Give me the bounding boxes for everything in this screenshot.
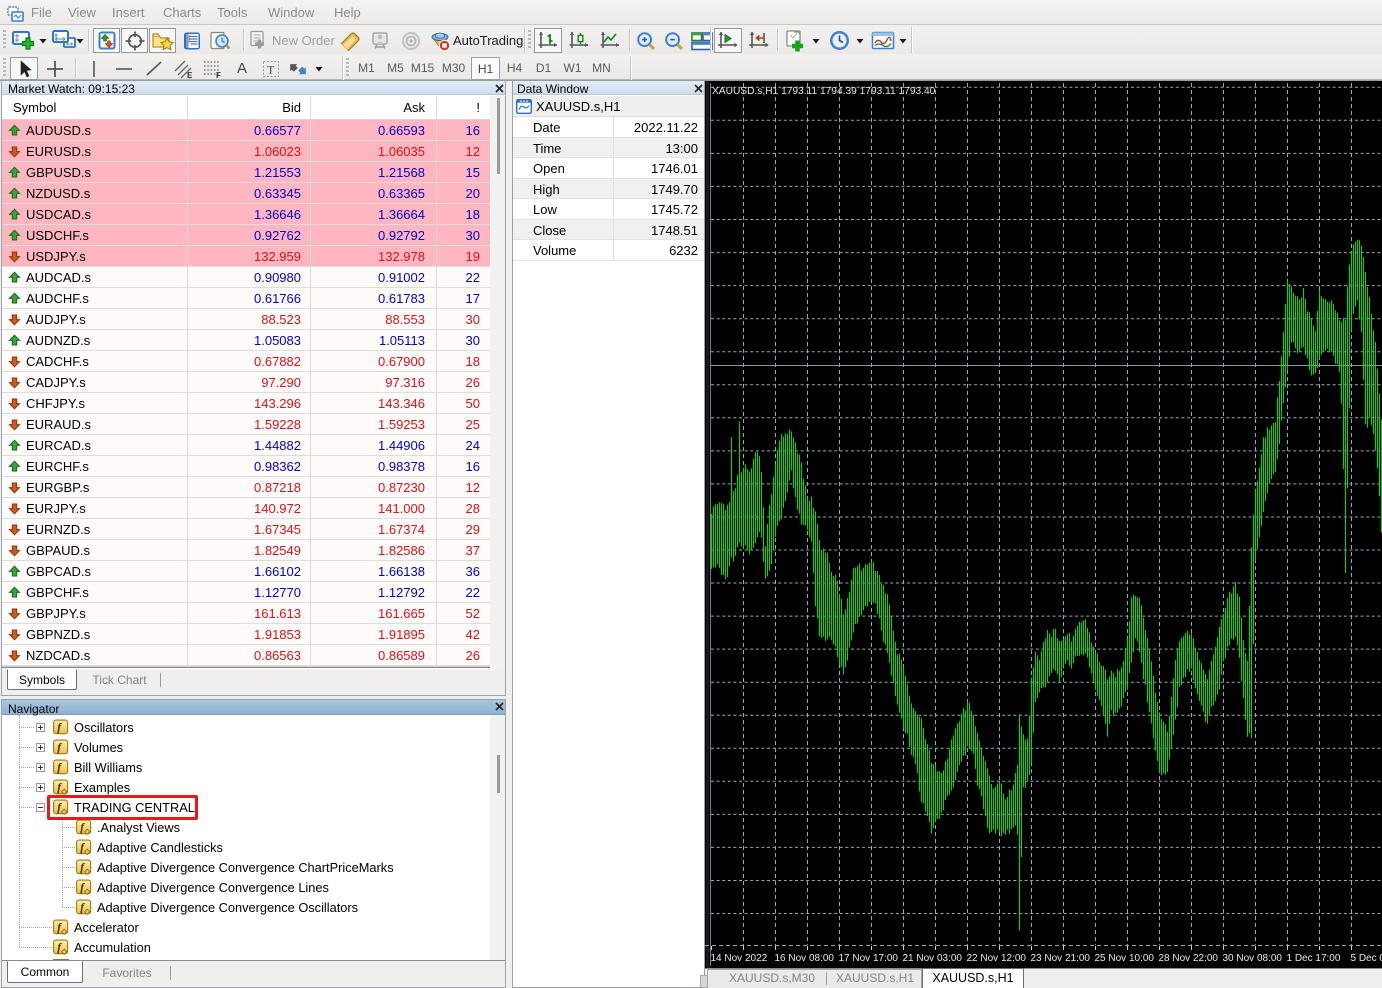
svg-text:T: T xyxy=(267,62,275,76)
svg-text:22 Nov 12:00: 22 Nov 12:00 xyxy=(967,953,1027,964)
svg-text:16 Nov 08:00: 16 Nov 08:00 xyxy=(775,953,835,964)
svg-text:23 Nov 21:00: 23 Nov 21:00 xyxy=(1031,953,1091,964)
svg-text:5 Dec 02:00: 5 Dec 02:00 xyxy=(1351,953,1382,964)
svg-text:F: F xyxy=(216,71,221,79)
svg-text:28 Nov 22:00: 28 Nov 22:00 xyxy=(1159,953,1219,964)
svg-text:1 Dec 17:00: 1 Dec 17:00 xyxy=(1287,953,1341,964)
svg-text:XAUUSD.s,H1 1793.11 1794.39 1: XAUUSD.s,H1 1793.11 1794.39 1793.11 1793… xyxy=(712,86,936,97)
svg-text:21 Nov 03:00: 21 Nov 03:00 xyxy=(903,953,963,964)
svg-text:25 Nov 10:00: 25 Nov 10:00 xyxy=(1095,953,1155,964)
svg-text:30 Nov 08:00: 30 Nov 08:00 xyxy=(1223,953,1283,964)
svg-text:14 Nov 2022: 14 Nov 2022 xyxy=(711,953,768,964)
svg-text:E: E xyxy=(187,71,193,79)
svg-text:17 Nov 17:00: 17 Nov 17:00 xyxy=(839,953,899,964)
